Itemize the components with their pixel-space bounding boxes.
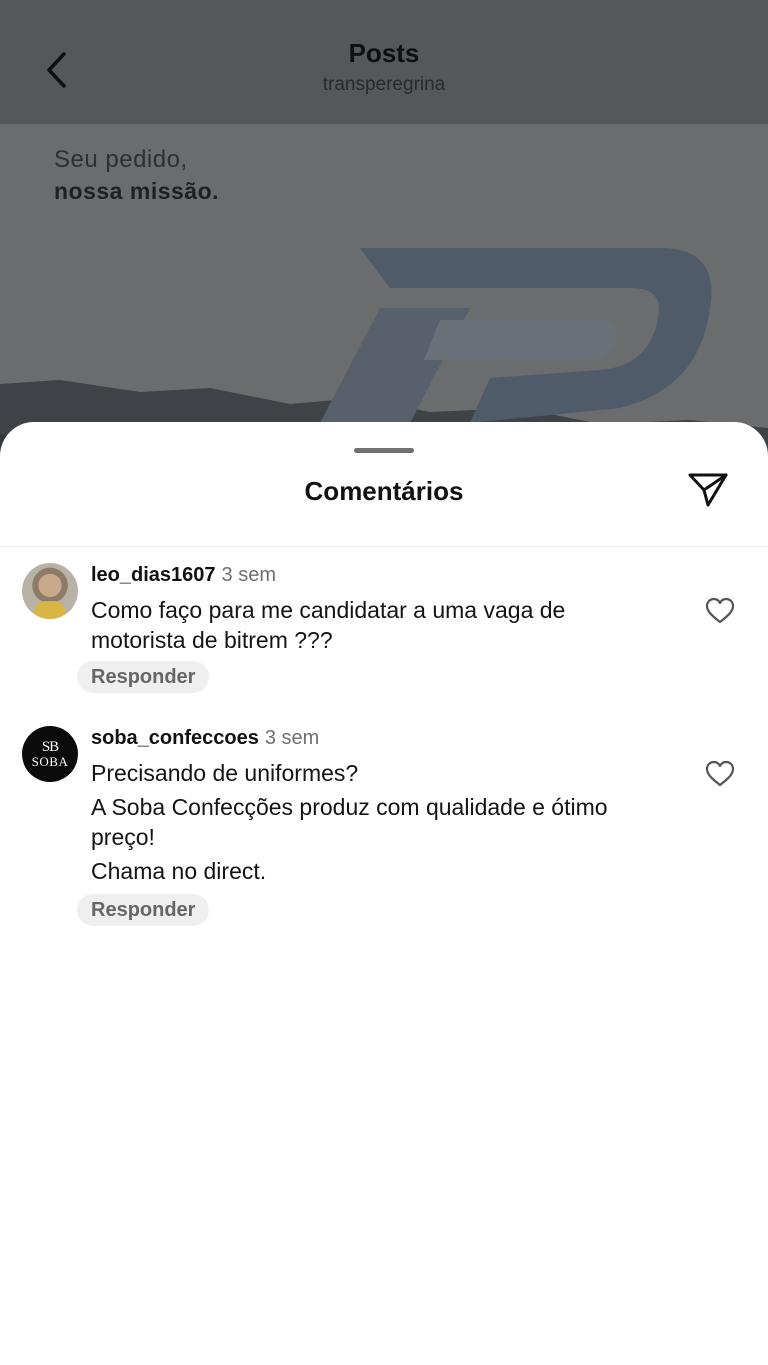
- top-nav-bar: Posts transperegrina: [0, 0, 768, 124]
- comment-text: Como faço para me candidatar a uma vaga …: [91, 595, 691, 655]
- comment-meta: leo_dias1607 3 sem: [91, 564, 276, 587]
- comment-meta: soba_confeccoes 3 sem: [91, 727, 319, 750]
- heart-icon: [705, 597, 735, 624]
- sheet-title: Comentários: [304, 476, 464, 506]
- heart-icon: [705, 760, 735, 787]
- like-button[interactable]: [700, 754, 740, 794]
- comments-sheet: Comentários leo_dias1607 3 sem Como faço …: [0, 422, 768, 1365]
- reply-button[interactable]: Responder: [77, 661, 210, 693]
- comment-line: Precisando de uniformes?: [91, 760, 359, 786]
- comment-time: 3 sem: [221, 564, 276, 586]
- sheet-drag-handle[interactable]: [354, 448, 414, 453]
- comment-line: preço!: [91, 824, 155, 850]
- post-background: Posts transperegrina Seu pedido, nossa m…: [0, 0, 768, 470]
- comment-line: motorista de bitrem ???: [91, 627, 333, 653]
- avatar-shirt: [34, 601, 66, 619]
- avatar-monogram: SB: [41, 738, 59, 755]
- comment-time: 3 sem: [264, 727, 320, 749]
- avatar[interactable]: [22, 563, 78, 619]
- comment-item: SB SOBA soba_confeccoes 3 sem Precisando …: [0, 726, 768, 926]
- share-button[interactable]: [682, 468, 734, 512]
- comment-username[interactable]: leo_dias1607: [91, 564, 216, 586]
- comment-text: Precisando de uniformes? A Soba Confecçõ…: [91, 758, 691, 886]
- post-slogan-line2: nossa missão.: [54, 178, 220, 204]
- page-title: Posts: [348, 38, 420, 68]
- comment-line: Como faço para me candidatar a uma vaga …: [91, 597, 566, 623]
- avatar[interactable]: SB SOBA: [22, 726, 78, 782]
- company-logo: [320, 248, 712, 423]
- comment-line: A Soba Confecções produz com qualidade e…: [91, 794, 608, 820]
- app-root: Posts transperegrina Seu pedido, nossa m…: [0, 0, 768, 1365]
- avatar-wordmark: SOBA: [31, 753, 69, 769]
- comment-item: leo_dias1607 3 sem Como faço para me cand…: [0, 563, 768, 693]
- post-image: [0, 124, 768, 470]
- account-name: transperegrina: [322, 74, 446, 95]
- sheet-divider: [0, 546, 768, 547]
- paper-plane-icon: [688, 473, 728, 507]
- comment-username[interactable]: soba_confeccoes: [91, 727, 259, 749]
- comment-line: Chama no direct.: [91, 858, 267, 884]
- post-slogan-line1: Seu pedido,: [54, 146, 188, 173]
- like-button[interactable]: [700, 591, 740, 631]
- reply-button[interactable]: Responder: [77, 894, 210, 926]
